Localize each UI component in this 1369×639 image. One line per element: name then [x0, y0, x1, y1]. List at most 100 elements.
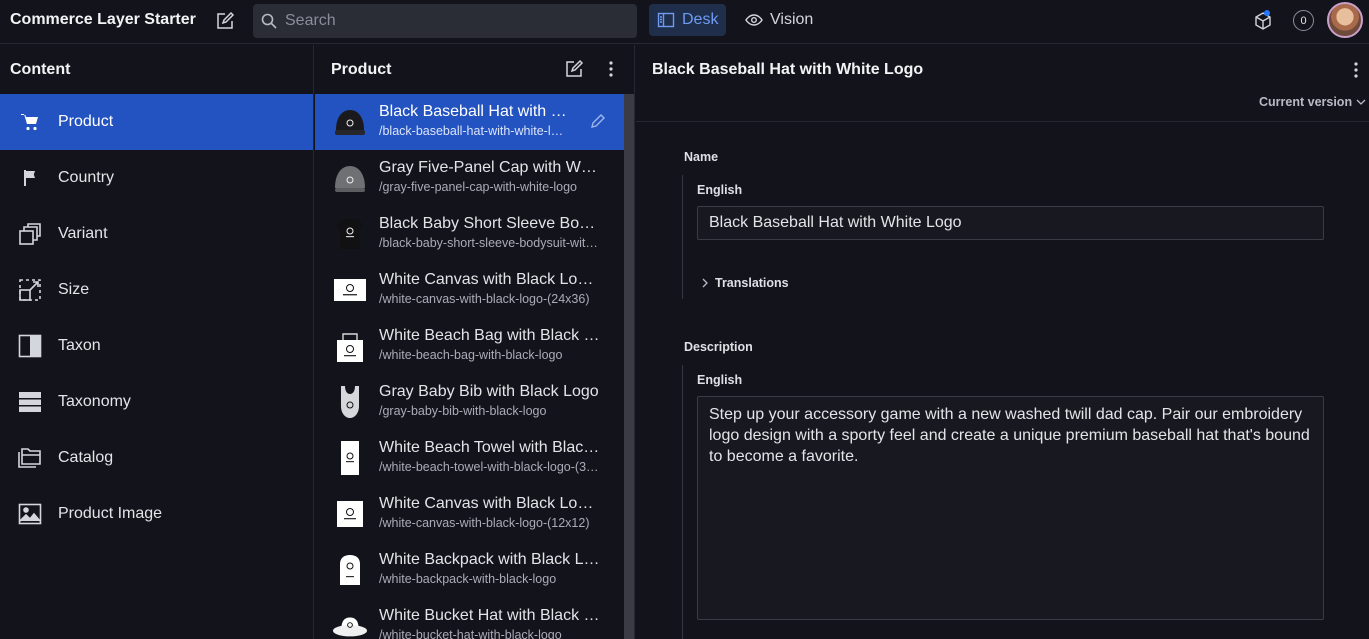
translations-label: Translations — [715, 276, 789, 290]
tool-tab-vision[interactable]: Vision — [737, 4, 821, 36]
list-item-title: White Beach Towel with Black Logo (30x60… — [379, 439, 601, 456]
list-item-slug: /gray-five-panel-cap-with-white-logo — [379, 180, 577, 194]
tool-tab-vision-label: Vision — [770, 11, 814, 28]
compose-icon[interactable] — [563, 57, 585, 81]
update-indicator-dot — [1264, 10, 1270, 16]
search-box — [253, 4, 637, 38]
name-field-label: Name — [684, 150, 719, 164]
sidebar-item-label: Taxon — [58, 337, 101, 354]
name-input[interactable] — [697, 206, 1324, 240]
list-item-slug: /white-backpack-with-black-logo — [379, 572, 557, 586]
list-item-title: White Bucket Hat with Black Logo — [379, 607, 601, 624]
app-title[interactable]: Commerce Layer Starter — [10, 11, 196, 29]
compose-icon — [217, 11, 235, 29]
list-item[interactable]: Black Baby Short Sleeve Bodysuit with Wh… — [315, 206, 624, 262]
list-item-slug: /white-bucket-hat-with-black-logo — [379, 628, 562, 639]
version-selector[interactable]: Current version — [1259, 95, 1366, 109]
chevron-down-icon — [1356, 99, 1366, 105]
list-item-title: White Canvas with Black Logo (24x36) — [379, 271, 601, 288]
sidebar-item-product-image[interactable]: Product Image — [0, 486, 313, 542]
flag-icon — [17, 165, 43, 191]
product-thumbnail — [332, 215, 368, 253]
description-field-group — [682, 365, 683, 639]
tool-tab-desk-label: Desk — [682, 11, 719, 28]
name-field-group — [682, 175, 683, 299]
list-scrollbar[interactable] — [624, 94, 634, 639]
avatar[interactable] — [1327, 2, 1363, 38]
translations-toggle[interactable]: Translations — [701, 276, 789, 290]
list-item[interactable]: White Beach Bag with Black Logo /white-b… — [315, 318, 624, 374]
sidebar-item-size[interactable]: Size — [0, 262, 313, 318]
list-item[interactable]: White Backpack with Black Logo /white-ba… — [315, 542, 624, 598]
compose-button[interactable] — [212, 8, 238, 34]
list-item[interactable]: White Beach Towel with Black Logo (30x60… — [315, 430, 624, 486]
product-thumbnail — [332, 103, 368, 141]
list-item[interactable]: White Bucket Hat with Black Logo /white-… — [315, 598, 624, 639]
list-item-slug: /black-baseball-hat-with-white-logo — [379, 124, 569, 138]
list-item-title: White Beach Bag with Black Logo — [379, 327, 601, 344]
sidebar-item-product[interactable]: Product — [0, 94, 313, 150]
list-item[interactable]: Black Baseball Hat with White Logo /blac… — [315, 94, 624, 150]
package-icon — [1255, 12, 1271, 30]
notification-badge[interactable]: 0 — [1293, 10, 1314, 31]
divider — [636, 121, 1369, 122]
list-item-title: White Canvas with Black Logo (12x12) — [379, 495, 601, 512]
product-thumbnail — [332, 495, 368, 533]
tool-tab-desk[interactable]: Desk — [649, 4, 727, 36]
sidebar-item-label: Size — [58, 281, 90, 298]
list-item-slug: /white-beach-bag-with-black-logo — [379, 348, 563, 362]
sidebar-item-label: Taxonomy — [58, 393, 131, 410]
folders-icon — [17, 445, 43, 471]
search-icon — [261, 13, 277, 29]
sidebar-item-label: Variant — [58, 225, 108, 242]
product-thumbnail — [332, 271, 368, 309]
eye-icon — [745, 14, 763, 26]
list-item[interactable]: White Canvas with Black Logo (12x12) /wh… — [315, 486, 624, 542]
list-item-title: Black Baby Short Sleeve Bodysuit with Wh… — [379, 215, 601, 232]
list-item-slug: /gray-baby-bib-with-black-logo — [379, 404, 547, 418]
product-thumbnail — [332, 439, 368, 477]
sidebar-item-label: Country — [58, 169, 115, 186]
search-input[interactable] — [285, 4, 625, 38]
product-thumbnail — [332, 551, 368, 589]
top-navbar: Commerce Layer Starter Desk Vision 0 — [0, 0, 1369, 44]
copies-icon — [17, 221, 43, 247]
list-item-slug: /white-beach-towel-with-black-logo-(30x6… — [379, 460, 601, 474]
list-item[interactable]: White Canvas with Black Logo (24x36) /wh… — [315, 262, 624, 318]
sidebar-item-country[interactable]: Country — [0, 150, 313, 206]
list-pane-title: Product — [331, 60, 392, 78]
product-thumbnail — [332, 607, 368, 639]
list-item[interactable]: Gray Baby Bib with Black Logo /gray-baby… — [315, 374, 624, 430]
kebab-menu-icon[interactable] — [600, 57, 622, 81]
document-pane: Black Baseball Hat with White Logo Curre… — [636, 45, 1369, 639]
sidebar-item-label: Product — [58, 113, 114, 130]
list-item-title: Gray Baby Bib with Black Logo — [379, 383, 599, 400]
resize-icon — [17, 277, 43, 303]
split-panel-icon — [17, 333, 43, 359]
sidebar-item-taxonomy[interactable]: Taxonomy — [0, 374, 313, 430]
list-item[interactable]: Gray Five-Panel Cap with White Logo /gra… — [315, 150, 624, 206]
description-field-label: Description — [684, 340, 753, 354]
list-item-slug: /black-baby-short-sleeve-bodysuit-with-w… — [379, 236, 601, 250]
image-icon — [17, 501, 43, 527]
sidebar-item-variant[interactable]: Variant — [0, 206, 313, 262]
updates-button[interactable] — [1250, 8, 1276, 34]
sidebar-item-label: Catalog — [58, 449, 114, 466]
list-item-title: Black Baseball Hat with White Logo — [379, 103, 569, 120]
list-item-slug: /white-canvas-with-black-logo-(12x12) — [379, 516, 590, 530]
sidebar-item-label: Product Image — [58, 505, 163, 522]
content-pane: Content Product Country Variant Size Tax… — [0, 45, 314, 639]
product-list-pane: Product Black Baseball Hat with White Lo… — [315, 45, 635, 639]
product-thumbnail — [332, 159, 368, 197]
list-item-title: Gray Five-Panel Cap with White Logo — [379, 159, 601, 176]
list-pane-header: Product — [315, 45, 634, 94]
cart-icon — [17, 109, 43, 135]
description-language-label: English — [697, 373, 743, 387]
list-item-title: White Backpack with Black Logo — [379, 551, 601, 568]
product-thumbnail — [332, 327, 368, 365]
description-textarea[interactable]: Step up your accessory game with a new w… — [697, 396, 1324, 620]
kebab-menu-icon[interactable] — [1346, 59, 1366, 81]
list-item-slug: /white-canvas-with-black-logo-(24x36) — [379, 292, 590, 306]
sidebar-item-taxon[interactable]: Taxon — [0, 318, 313, 374]
sidebar-item-catalog[interactable]: Catalog — [0, 430, 313, 486]
